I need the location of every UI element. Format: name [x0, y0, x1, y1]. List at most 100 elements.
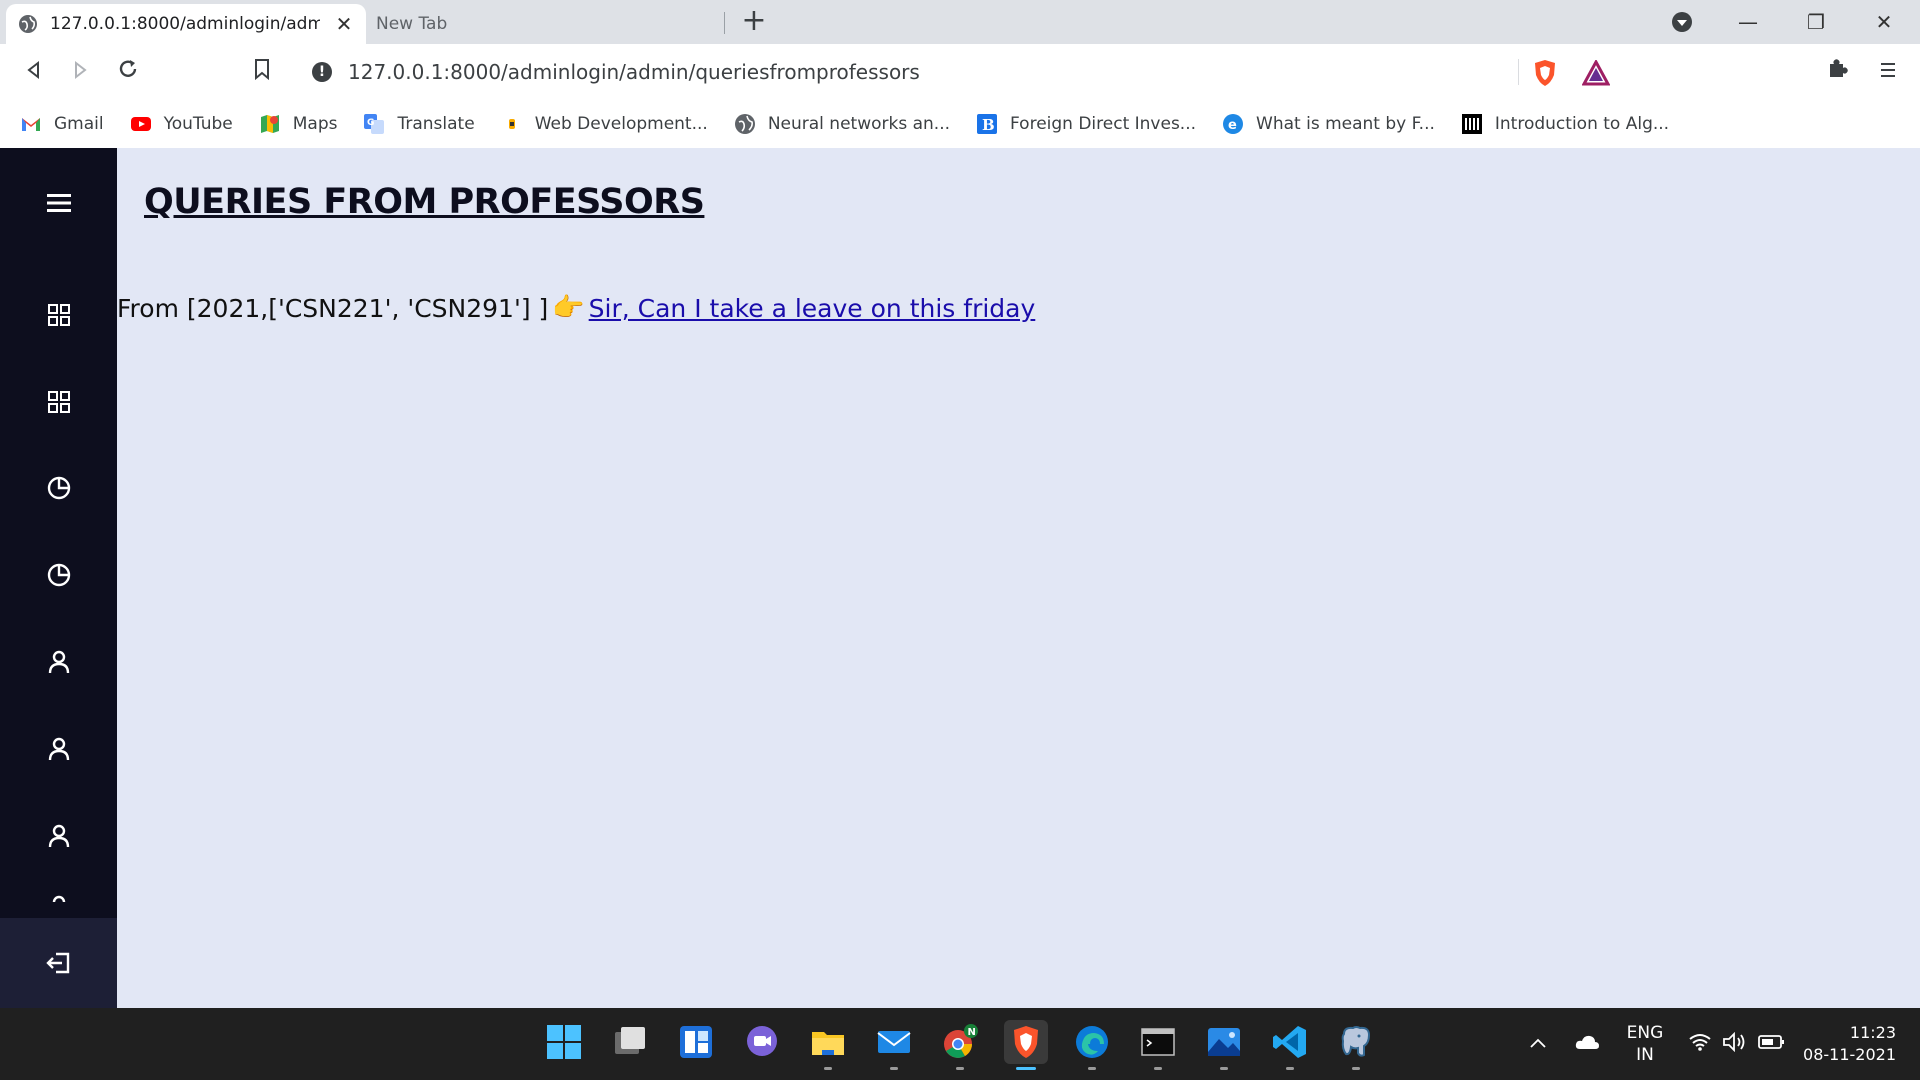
pointing-hand-icon: 👉: [552, 293, 585, 323]
running-indicator: [956, 1067, 964, 1070]
chevron-down-icon: [1672, 12, 1692, 32]
chat-button[interactable]: [740, 1020, 784, 1064]
running-indicator: [1088, 1067, 1096, 1070]
folder-icon: [812, 1032, 844, 1055]
minimize-button[interactable]: —: [1734, 8, 1762, 36]
bookmark-translate[interactable]: G Translate: [363, 113, 475, 135]
user-icon: [48, 650, 69, 674]
chart-icon: [47, 563, 70, 587]
onedrive-icon[interactable]: [1574, 1033, 1600, 1051]
battery-icon[interactable]: [1758, 1034, 1786, 1050]
taskview-button[interactable]: [608, 1020, 652, 1064]
vscode-button[interactable]: [1268, 1020, 1312, 1070]
running-indicator: [1352, 1067, 1360, 1070]
tab-close-icon[interactable]: ✕: [332, 12, 356, 36]
bookmark-neural-networks[interactable]: Neural networks an...: [734, 113, 950, 135]
sidebar-menu-toggle[interactable]: [0, 173, 117, 233]
query-link[interactable]: Sir, Can I take a leave on this friday: [589, 294, 1036, 323]
postgres-icon: [1341, 1026, 1371, 1057]
forward-button[interactable]: [64, 56, 96, 88]
chat-icon: [747, 1026, 777, 1056]
bookmark-webdev[interactable]: Web Development...: [501, 113, 708, 135]
svg-text:N: N: [968, 1027, 976, 1038]
start-button[interactable]: [542, 1020, 586, 1064]
user-icon: [48, 824, 69, 848]
svg-text:e: e: [1228, 118, 1237, 133]
volume-icon[interactable]: [1722, 1032, 1748, 1052]
postgres-button[interactable]: [1334, 1020, 1378, 1070]
chrome-button[interactable]: N: [938, 1020, 982, 1070]
bookmark-button[interactable]: [246, 56, 278, 88]
sidebar-item-reports[interactable]: [0, 545, 117, 605]
address-bar[interactable]: ! 127.0.0.1:8000/adminlogin/admin/querie…: [296, 51, 1624, 93]
widgets-button[interactable]: [674, 1020, 718, 1064]
mail-icon: [877, 1031, 911, 1053]
running-indicator: [1220, 1067, 1228, 1070]
restore-button[interactable]: ❐: [1802, 8, 1830, 36]
sidebar-item-grid[interactable]: [0, 372, 117, 432]
sidebar-item-professors[interactable]: [0, 719, 117, 779]
wifi-icon[interactable]: [1688, 1032, 1712, 1052]
photos-button[interactable]: [1202, 1020, 1246, 1070]
new-tab-button[interactable]: +: [740, 6, 768, 38]
bookmark-foreign-direct[interactable]: B Foreign Direct Inves...: [976, 113, 1196, 135]
info-icon[interactable]: !: [312, 62, 332, 82]
mail-button[interactable]: [872, 1020, 916, 1070]
reload-button[interactable]: [112, 56, 144, 88]
omnibox-separator: [1518, 59, 1519, 85]
close-window-button[interactable]: ✕: [1870, 8, 1898, 36]
running-indicator: [824, 1067, 832, 1070]
sidebar-item-partial[interactable]: [0, 888, 117, 918]
tab-title: 127.0.0.1:8000/adminlogin/admin/queriesf…: [50, 14, 320, 34]
running-indicator: [890, 1067, 898, 1070]
logout-button[interactable]: [0, 918, 117, 1008]
edge-button[interactable]: [1070, 1020, 1114, 1070]
menu-button[interactable]: [1872, 56, 1904, 88]
tab-active[interactable]: 127.0.0.1:8000/adminlogin/admin/queriesf…: [6, 4, 366, 44]
language-code: ENG: [1626, 1023, 1664, 1043]
bookmark-label: Web Development...: [534, 114, 708, 134]
sidebar-item-students[interactable]: [0, 806, 117, 866]
reload-icon: [119, 60, 137, 77]
active-indicator: [1016, 1067, 1036, 1070]
brave-shield-icon[interactable]: [1532, 59, 1558, 87]
hamburger-icon: [1881, 63, 1895, 77]
clock[interactable]: 11:23 08-11-2021: [1800, 1022, 1904, 1066]
bookmark-what-is-meant[interactable]: e What is meant by F...: [1222, 113, 1435, 135]
sidebar-item-users[interactable]: [0, 632, 117, 692]
sidebar-item-dashboard[interactable]: [0, 285, 117, 345]
bookmark-intro-algorithms[interactable]: Introduction to Alg...: [1461, 113, 1669, 135]
edge-icon: [1076, 1026, 1108, 1058]
terminal-button[interactable]: [1136, 1020, 1180, 1070]
user-icon: [52, 895, 65, 902]
bookmark-label: YouTube: [163, 114, 233, 134]
clock-time: 11:23: [1849, 1023, 1896, 1042]
youtube-icon: [130, 117, 151, 131]
browser-toolbar: ! 127.0.0.1:8000/adminlogin/admin/querie…: [0, 44, 1920, 100]
bookmark-maps[interactable]: Maps: [259, 113, 338, 135]
sidebar-item-stats[interactable]: [0, 458, 117, 518]
file-explorer-button[interactable]: [806, 1020, 850, 1070]
bookmark-gmail[interactable]: Gmail: [20, 113, 104, 135]
brave-rewards-icon[interactable]: [1582, 60, 1610, 86]
windows-icon: [547, 1025, 581, 1059]
back-button[interactable]: [18, 56, 50, 88]
bookmark-label: Maps: [292, 114, 338, 134]
query-item: From [2021,['CSN221', 'CSN291'] ] 👉 Sir,…: [117, 293, 1035, 323]
tab-separator: [724, 12, 725, 34]
widgets-icon: [680, 1026, 712, 1058]
bookmark-youtube[interactable]: YouTube: [130, 113, 233, 135]
extensions-button[interactable]: [1822, 56, 1854, 88]
tab-new-tab[interactable]: New Tab: [376, 4, 726, 44]
language-indicator[interactable]: ENG IN: [1620, 1022, 1670, 1066]
chevron-up-icon[interactable]: [1528, 1036, 1548, 1050]
back-arrow-icon: [27, 60, 39, 80]
svg-text:G: G: [367, 118, 374, 128]
chrome-icon: N: [944, 1024, 978, 1058]
url-text[interactable]: 127.0.0.1:8000/adminlogin/admin/queriesf…: [348, 60, 920, 84]
page-title: QUERIES FROM PROFESSORS: [144, 182, 705, 222]
main-content: QUERIES FROM PROFESSORS From [2021,['CSN…: [117, 148, 1920, 1008]
tab-search-button[interactable]: [1668, 8, 1696, 36]
algo-icon: [1461, 114, 1482, 134]
brave-button[interactable]: [1004, 1020, 1048, 1070]
